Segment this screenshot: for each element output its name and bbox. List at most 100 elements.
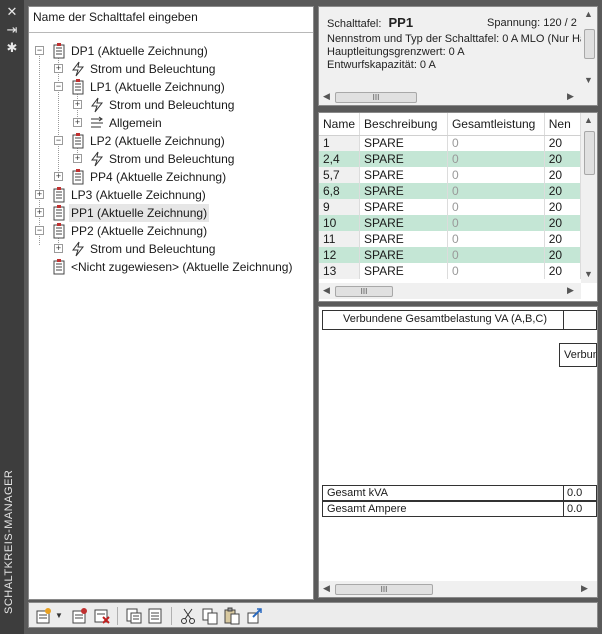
cell-name: 1 <box>319 135 361 151</box>
table-row[interactable]: 2,4 SPARE 0 20 <box>319 151 581 167</box>
table-row[interactable]: 13 SPARE 0 20 <box>319 263 581 279</box>
cell-description: SPARE <box>359 135 448 151</box>
expand-icon[interactable]: + <box>54 244 63 253</box>
cell-load: 0 <box>447 151 545 167</box>
scrollbar-thumb[interactable]: III <box>335 286 393 297</box>
cell-description: SPARE <box>359 151 448 167</box>
panel-icon <box>72 79 84 95</box>
collapse-icon[interactable]: − <box>35 226 44 235</box>
scroll-left-icon[interactable]: ◀ <box>323 583 330 594</box>
table-row[interactable]: 10 SPARE 0 20 <box>319 215 581 231</box>
delete-circuit-icon[interactable] <box>93 607 111 625</box>
load-summary-pane: Verbundene Gesamtbelastung VA (A,B,C) Ve… <box>318 306 598 598</box>
table-row[interactable]: 12 SPARE 0 20 <box>319 247 581 263</box>
expand-icon[interactable]: + <box>73 154 82 163</box>
expand-icon[interactable]: + <box>73 118 82 127</box>
lightning-icon <box>72 61 85 77</box>
scrollbar-thumb[interactable] <box>584 131 595 175</box>
properties-icon[interactable]: ✱ <box>3 40 21 56</box>
scrollbar-thumb[interactable]: III <box>335 584 433 595</box>
circuit-grid: Name Beschreibung Gesamtleistung Nen 1 S… <box>319 113 581 281</box>
close-icon[interactable]: ✕ <box>3 4 21 20</box>
horizontal-scrollbar[interactable]: ◀ III ▶ <box>319 89 581 105</box>
table-row[interactable]: 11 SPARE 0 20 <box>319 231 581 247</box>
collapse-icon[interactable]: − <box>35 46 44 55</box>
assign-circuit-icon[interactable] <box>245 607 263 625</box>
panel-search-input[interactable]: Name der Schalttafel eingeben <box>29 7 313 33</box>
cell-description: SPARE <box>359 263 448 279</box>
expand-icon[interactable]: + <box>73 100 82 109</box>
panel-label: Schalttafel: <box>327 18 382 30</box>
tree-node-label: PP2 (Aktuelle Zeichnung) <box>71 224 208 238</box>
table-row[interactable]: 1 SPARE 0 20 <box>319 135 581 151</box>
table-row[interactable]: 5,7 SPARE 0 20 <box>319 167 581 183</box>
scroll-down-icon[interactable]: ▼ <box>584 269 593 279</box>
cell-load: 0 <box>447 183 545 199</box>
vertical-scrollbar[interactable]: ▲ ▼ <box>581 7 597 89</box>
tree-node-label: Strom und Beleuchtung <box>90 242 216 256</box>
expand-icon[interactable]: + <box>35 208 44 217</box>
circuit-properties-icon[interactable] <box>147 607 165 625</box>
cell-name: 10 <box>319 215 361 231</box>
expand-icon[interactable]: + <box>54 172 63 181</box>
scrollbar-thumb[interactable] <box>584 29 595 59</box>
auto-hide-icon[interactable]: ⇥ <box>3 22 21 38</box>
scroll-right-icon[interactable]: ▶ <box>581 583 588 594</box>
horizontal-scrollbar[interactable]: ◀ III ▶ <box>319 283 581 299</box>
circuit-table-pane: Name Beschreibung Gesamtleistung Nen 1 S… <box>318 112 598 302</box>
expand-icon[interactable]: + <box>54 64 63 73</box>
cell-load: 0 <box>447 263 545 279</box>
lightning-icon <box>72 241 85 257</box>
panel-icon <box>53 205 65 221</box>
main-limit-text: Hauptleitungsgrenzwert: 0 A <box>327 46 465 58</box>
cell-load: 0 <box>447 135 545 151</box>
panel-icon <box>53 223 65 239</box>
cell-load: 0 <box>447 247 545 263</box>
scroll-right-icon[interactable]: ▶ <box>567 91 574 102</box>
tree-node-label: PP1 (Aktuelle Zeichnung) <box>69 204 210 222</box>
column-header-total-load[interactable]: Gesamtleistung <box>447 113 545 136</box>
vertical-scrollbar[interactable]: ▲ ▼ <box>581 113 597 283</box>
column-header-description[interactable]: Beschreibung <box>359 113 448 136</box>
palette-title: SCHALTKREIS-MANAGER <box>3 469 15 614</box>
tree-node-label: LP3 (Aktuelle Zeichnung) <box>71 188 206 202</box>
panel-properties-icon[interactable] <box>125 607 143 625</box>
paste-icon[interactable] <box>223 607 241 625</box>
new-circuit-icon[interactable] <box>71 607 89 625</box>
toolbar-separator <box>117 607 118 625</box>
column-header-rating[interactable]: Nen <box>544 113 581 136</box>
cell-rating: 20 <box>544 215 581 231</box>
scroll-up-icon[interactable]: ▲ <box>584 9 593 19</box>
table-row[interactable]: 9 SPARE 0 20 <box>319 199 581 215</box>
scroll-right-icon[interactable]: ▶ <box>567 285 574 296</box>
scroll-down-icon[interactable]: ▼ <box>584 75 593 85</box>
voltage-text: Spannung: 120 / 2 <box>487 17 577 29</box>
copy-icon[interactable] <box>201 607 219 625</box>
load-header: Verbundene Gesamtbelastung VA (A,B,C) <box>343 313 548 325</box>
load-subheader: Verbun <box>559 343 597 367</box>
cell-load: 0 <box>447 215 545 231</box>
scroll-up-icon[interactable]: ▲ <box>584 115 593 125</box>
scroll-left-icon[interactable]: ◀ <box>323 91 330 102</box>
tree-node-label: LP2 (Aktuelle Zeichnung) <box>90 134 225 148</box>
total-amps-label: Gesamt Ampere <box>327 503 407 515</box>
tree-node-label: Strom und Beleuchtung <box>109 98 235 112</box>
scroll-left-icon[interactable]: ◀ <box>323 285 330 296</box>
expand-icon[interactable]: + <box>35 190 44 199</box>
horizontal-scrollbar[interactable]: ◀ III ▶ <box>319 581 597 597</box>
tree-node-label: Strom und Beleuchtung <box>90 62 216 76</box>
cut-icon[interactable] <box>179 607 197 625</box>
toolbar-separator <box>171 607 172 625</box>
tree-node-label: PP4 (Aktuelle Zeichnung) <box>90 170 227 184</box>
design-capacity-text: Entwurfskapazität: 0 A <box>327 59 436 71</box>
collapse-icon[interactable]: − <box>54 82 63 91</box>
column-header-name[interactable]: Name <box>319 113 361 136</box>
new-panel-icon[interactable] <box>35 607 53 625</box>
scrollbar-thumb[interactable]: III <box>335 92 417 103</box>
panel-icon <box>53 43 65 59</box>
table-row[interactable]: 6,8 SPARE 0 20 <box>319 183 581 199</box>
lightning-icon <box>91 97 104 113</box>
panel-info-pane: Schalttafel: PP1 Spannung: 120 / 2 Nenns… <box>318 6 598 106</box>
cell-rating: 20 <box>544 167 581 183</box>
collapse-icon[interactable]: − <box>54 136 63 145</box>
